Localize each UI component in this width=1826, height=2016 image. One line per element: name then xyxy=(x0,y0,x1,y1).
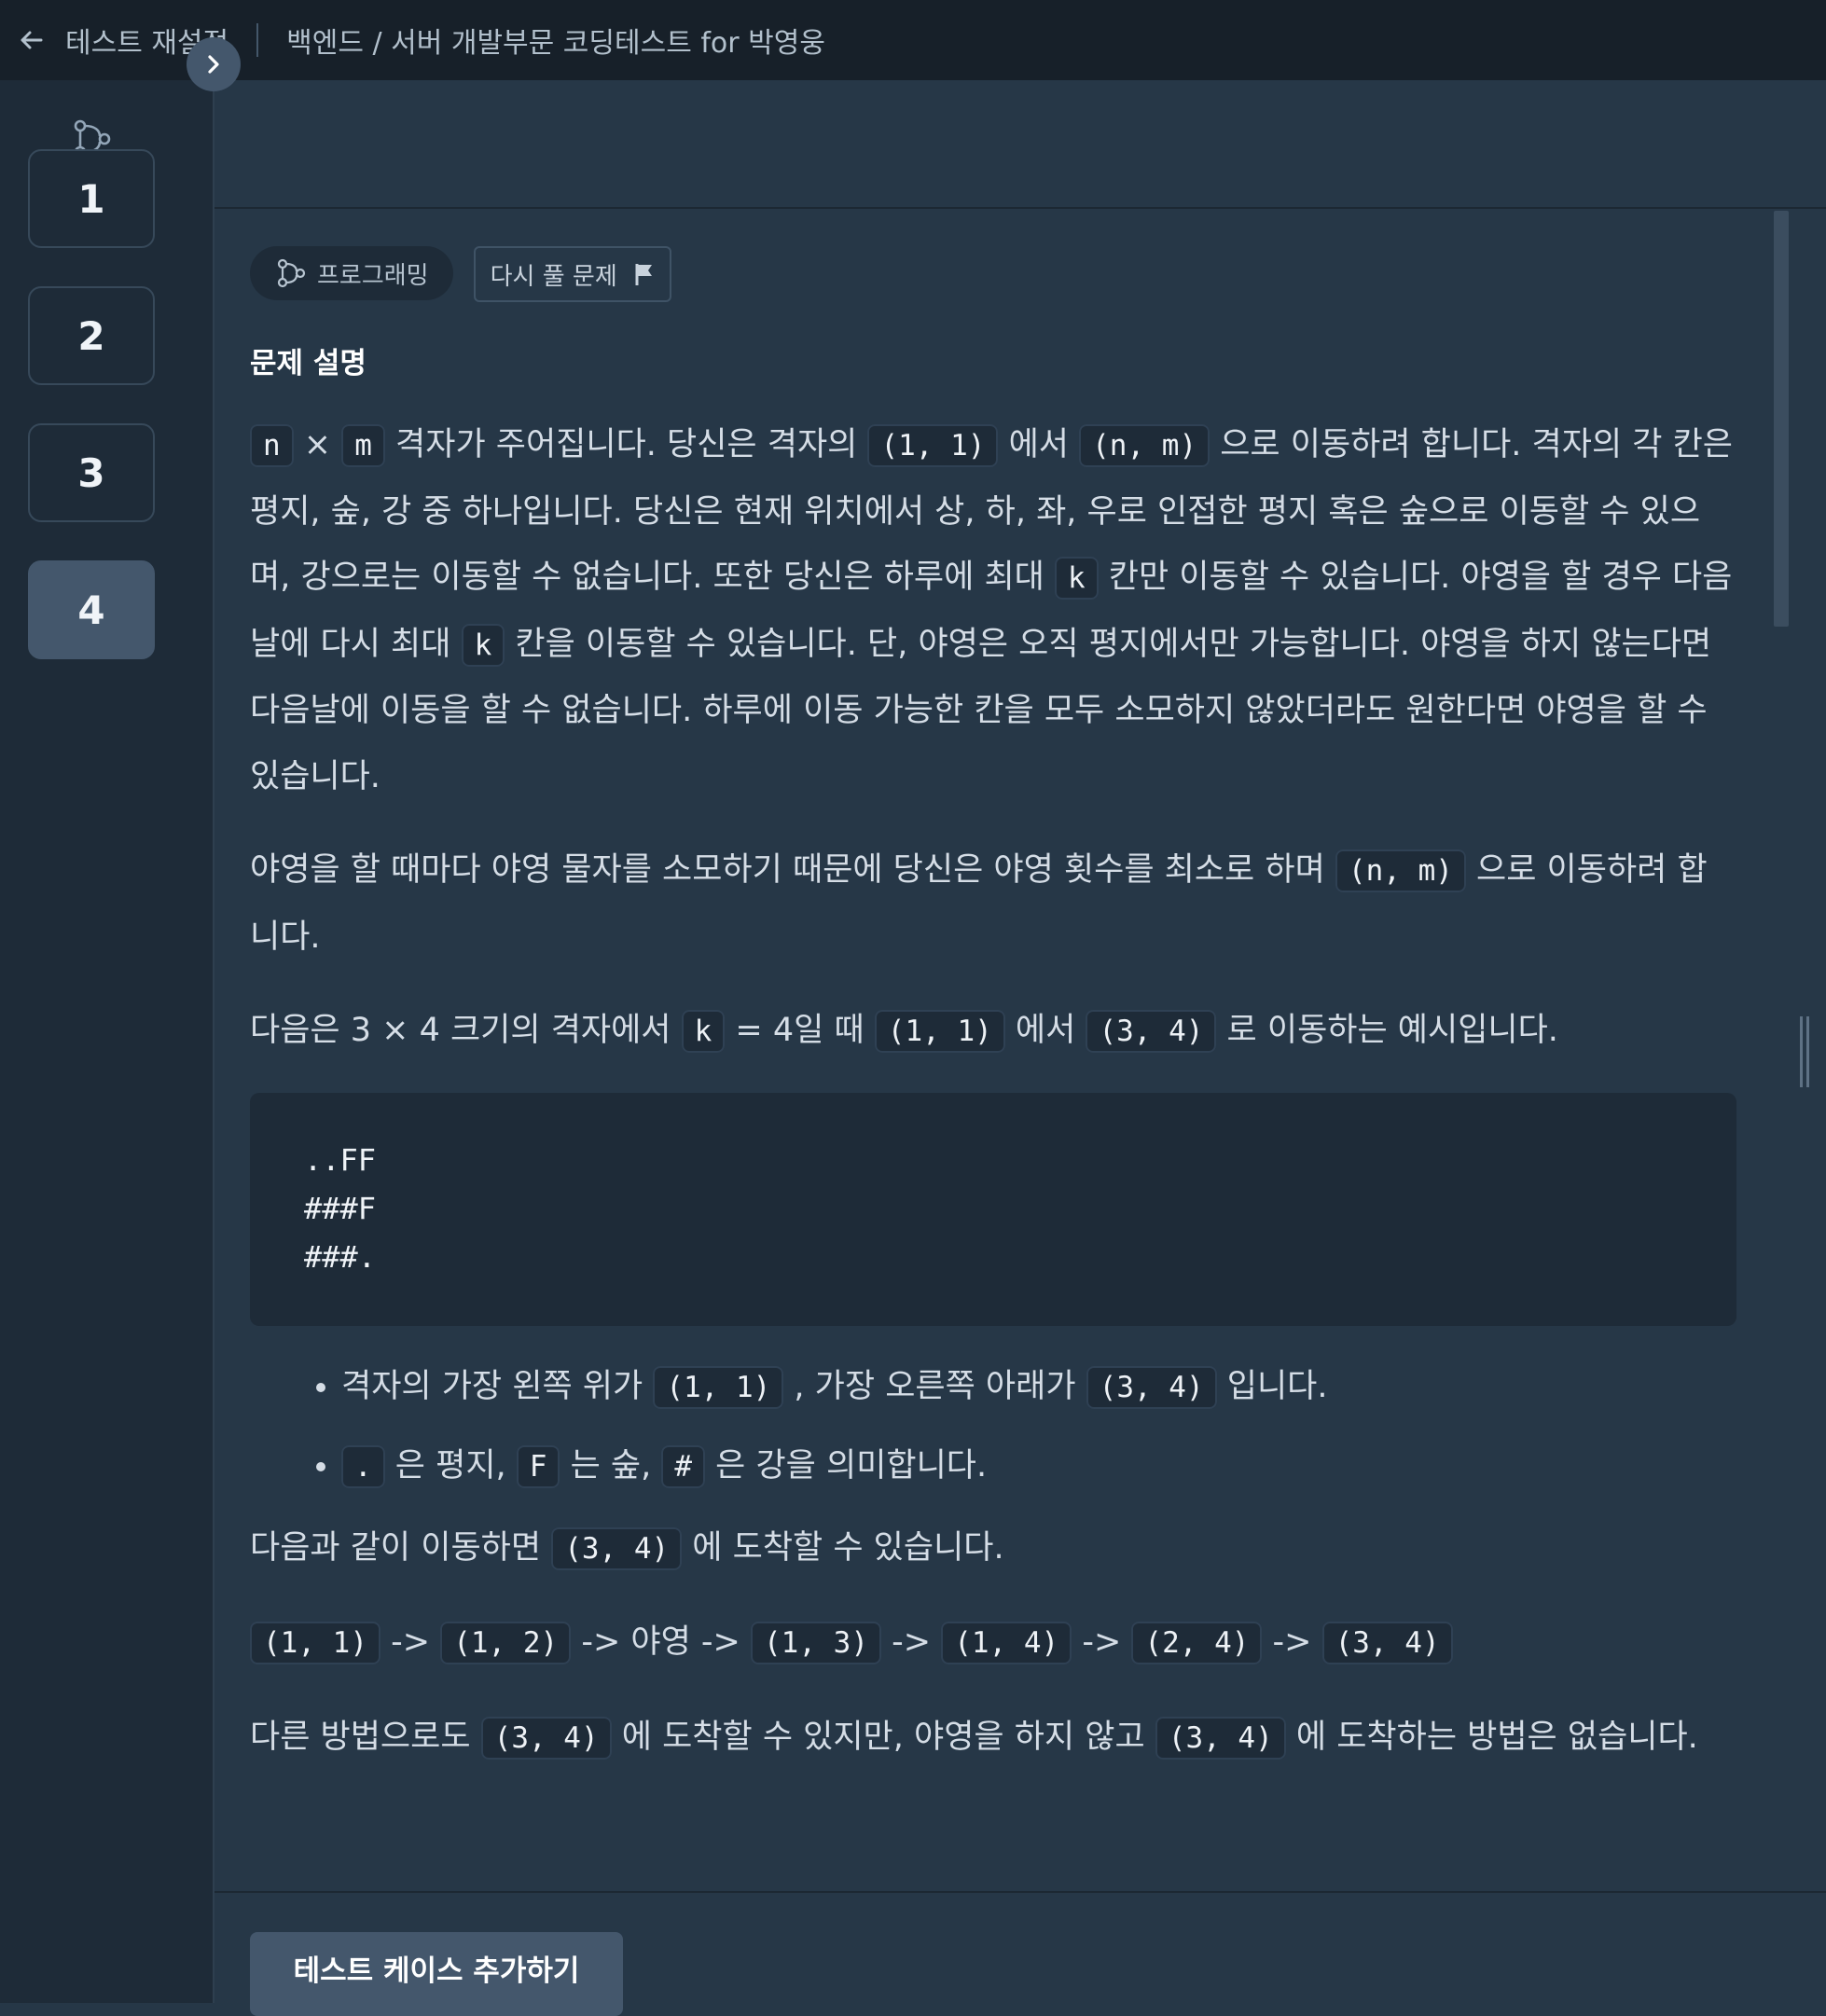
add-testcase-button[interactable]: 테스트 케이스 추가하기 xyxy=(250,1932,623,2016)
text-segment: 에 도착할 수 있습니다. xyxy=(682,1528,1004,1567)
inline-code: n xyxy=(250,424,294,467)
inline-code: (3, 4) xyxy=(1321,1622,1453,1664)
inline-code: k xyxy=(461,623,505,667)
text-segment: 입니다. xyxy=(1216,1367,1328,1405)
inline-code: (3, 4) xyxy=(1086,1365,1217,1409)
footer-bar: 테스트 케이스 추가하기 xyxy=(214,1891,1826,2016)
inline-code: (1, 1) xyxy=(874,1010,1005,1053)
code-branch-icon xyxy=(277,258,306,288)
inline-code: (3, 4) xyxy=(1155,1716,1286,1760)
inline-code: (1, 1) xyxy=(653,1365,784,1409)
text-segment: 로 이동하는 예시입니다. xyxy=(1216,1012,1558,1049)
grid-example: ..FF ###F ###. xyxy=(250,1092,1736,1326)
text-segment: × xyxy=(293,426,342,463)
description-paragraph: 야영을 할 때마다 야영 물자를 소모하기 때문에 당신은 야영 횟수를 최소로… xyxy=(250,837,1736,970)
inline-code: (2, 4) xyxy=(1131,1622,1263,1664)
description-paragraph: 다음과 같이 이동하면 (3, 4) 에 도착할 수 있습니다. xyxy=(250,1515,1736,1582)
problem-tags: 프로그래밍 다시 풀 문제 xyxy=(250,246,671,302)
expand-sidebar-button[interactable] xyxy=(187,37,241,91)
inline-code: . xyxy=(341,1445,385,1488)
problem-heading: 문제 설명 xyxy=(250,347,367,380)
panel-resize-handle[interactable] xyxy=(1800,1016,1811,1087)
legend-list: 격자의 가장 왼쪽 위가 (1, 1) , 가장 오른쪽 아래가 (3, 4) … xyxy=(250,1354,1736,1500)
inline-code: (3, 4) xyxy=(480,1716,612,1760)
inline-code: # xyxy=(661,1445,706,1488)
test-title: 백엔드 / 서버 개발부문 코딩테스트 for 박영웅 xyxy=(286,27,825,60)
question-1-button[interactable]: 1 xyxy=(28,149,155,248)
category-chip: 프로그래밍 xyxy=(250,246,453,300)
text-segment: 다음은 3 × 4 크기의 격자에서 xyxy=(250,1012,682,1049)
text-segment: 야영을 할 때마다 야영 물자를 소모하기 때문에 당신은 야영 횟수를 최소로… xyxy=(250,851,1335,889)
text-segment: , 가장 오른쪽 아래가 xyxy=(783,1367,1086,1405)
question-4-button[interactable]: 4 xyxy=(28,560,155,659)
problem-description: n × m 격자가 주어집니다. 당신은 격자의 (1, 1) 에서 (n, m… xyxy=(250,412,1736,1799)
chevron-right-icon xyxy=(208,55,219,74)
text-segment: 은 평지, xyxy=(384,1447,517,1484)
text-segment: -> 야영 -> xyxy=(571,1623,752,1661)
text-segment: -> xyxy=(380,1623,441,1661)
text-segment: 에서 xyxy=(998,426,1080,463)
description-paragraph: 다른 방법으로도 (3, 4) 에 도착할 수 있지만, 야영을 하지 않고 (… xyxy=(250,1705,1736,1772)
flag-icon xyxy=(635,264,652,285)
text-segment: 은 강을 의미합니다. xyxy=(705,1447,988,1484)
text-segment: -> xyxy=(1262,1623,1322,1661)
inline-code: (1, 4) xyxy=(941,1622,1072,1664)
inline-code: m xyxy=(341,424,385,467)
text-segment: 는 숲, xyxy=(560,1447,662,1484)
inline-code: (3, 4) xyxy=(551,1526,683,1570)
legend-item: 격자의 가장 왼쪽 위가 (1, 1) , 가장 오른쪽 아래가 (3, 4) … xyxy=(341,1354,1736,1421)
inline-code: F xyxy=(516,1445,560,1488)
text-segment: -> xyxy=(1072,1623,1132,1661)
top-bar: 테스트 재설정 백엔드 / 서버 개발부문 코딩테스트 for 박영웅 xyxy=(0,0,1826,80)
text-segment: = 4일 때 xyxy=(725,1012,875,1049)
question-sidebar: 1 2 3 4 xyxy=(0,80,214,2003)
question-2-button[interactable]: 2 xyxy=(28,286,155,385)
inline-code: (1, 1) xyxy=(250,1622,380,1664)
topbar-divider xyxy=(256,23,259,57)
inline-code: (3, 4) xyxy=(1086,1010,1217,1053)
text-segment: 다른 방법으로도 xyxy=(250,1718,481,1756)
text-segment: 에 도착할 수 있지만, 야영을 하지 않고 xyxy=(611,1718,1155,1756)
inline-code: k xyxy=(1054,557,1099,600)
category-label: 프로그래밍 xyxy=(317,261,429,290)
scrollbar-thumb[interactable] xyxy=(1774,211,1789,627)
inline-code: (n, m) xyxy=(1335,849,1466,892)
arrow-left-icon xyxy=(21,31,43,49)
question-3-button[interactable]: 3 xyxy=(28,423,155,522)
content-toolbar xyxy=(214,80,1826,209)
legend-item: . 은 평지, F 는 숲, # 은 강을 의미합니다. xyxy=(341,1433,1736,1500)
inline-code: k xyxy=(681,1010,726,1053)
text-segment: 다음과 같이 이동하면 xyxy=(250,1528,552,1567)
description-paragraph: n × m 격자가 주어집니다. 당신은 격자의 (1, 1) 에서 (n, m… xyxy=(250,412,1736,809)
description-paragraph: 다음은 3 × 4 크기의 격자에서 k = 4일 때 (1, 1) 에서 (3… xyxy=(250,998,1736,1065)
retry-label: 다시 풀 문제 xyxy=(490,262,617,291)
example-path: (1, 1) -> (1, 2) -> 야영 -> (1, 3) -> (1, … xyxy=(250,1609,1736,1677)
text-segment: 에 도착하는 방법은 없습니다. xyxy=(1285,1718,1698,1756)
text-segment: 격자의 가장 왼쪽 위가 xyxy=(341,1367,654,1405)
text-segment: -> xyxy=(881,1623,942,1661)
text-segment: 격자가 주어집니다. 당신은 격자의 xyxy=(384,426,868,463)
inline-code: (n, m) xyxy=(1079,424,1210,467)
inline-code: (1, 3) xyxy=(751,1622,881,1664)
inline-code: (1, 1) xyxy=(867,424,999,467)
retry-problem-button[interactable]: 다시 풀 문제 xyxy=(473,246,671,302)
text-segment: 에서 xyxy=(1004,1012,1086,1049)
inline-code: (1, 2) xyxy=(440,1622,572,1664)
